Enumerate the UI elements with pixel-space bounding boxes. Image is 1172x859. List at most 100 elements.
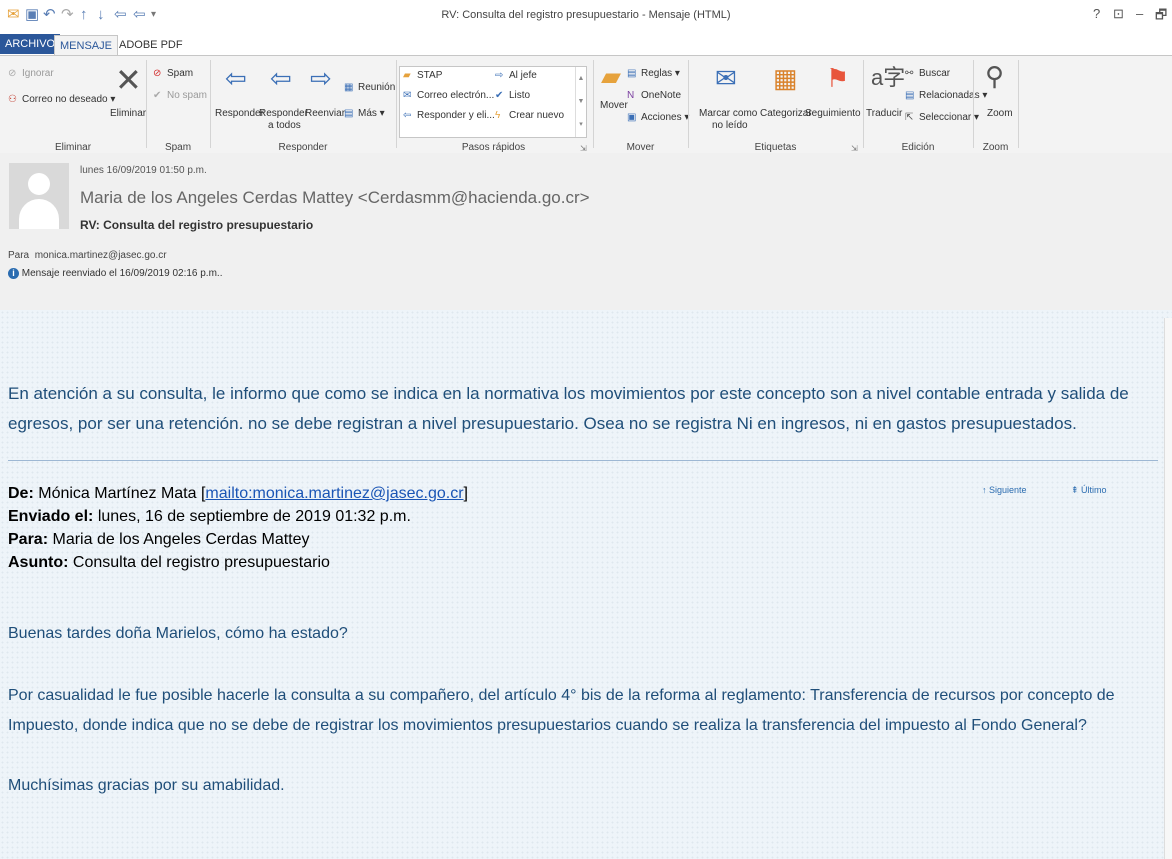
info-icon: i [8, 268, 19, 279]
more-icon: ▤ [344, 108, 354, 119]
message-date: lunes 16/09/2019 01:50 p.m. [80, 165, 207, 176]
binoculars-icon: ⚯ [905, 68, 914, 79]
dialog-launcher-icon[interactable]: ⇲ [851, 144, 858, 153]
ribbon-tabs: ARCHIVO MENSAJE ADOBE PDF [0, 32, 1172, 57]
delete-x-icon: ✕ [115, 62, 142, 98]
group-label-zoom: Zoom [982, 142, 1009, 153]
ignore-icon: ⊘ [8, 68, 17, 79]
group-divider [593, 60, 594, 148]
separator-line [8, 460, 1158, 461]
group-divider [146, 60, 147, 148]
title-bar: ✉ ▣ ↶ ↷ ↑ ↓ ⇦ ⇦ ▾ RV: Consulta del regis… [0, 0, 1172, 32]
forward-subject-line: Asunto: Consulta del registro presupuest… [8, 554, 330, 571]
buscar-button[interactable]: ⚯ Buscar [905, 68, 950, 80]
ignorar-button[interactable]: ⊘ Ignorar [8, 68, 54, 80]
group-divider [688, 60, 689, 148]
group-label-pasos-rapidos: Pasos rápidos [461, 142, 526, 153]
recipients-line: Para monica.martinez@jasec.go.cr [8, 250, 167, 261]
quick-steps-scroll[interactable]: ▲ ▼ ▾ [575, 67, 586, 137]
to-label: Para [8, 250, 30, 261]
quick-step-listo[interactable]: ✔ Listo [495, 90, 530, 102]
message-subject: RV: Consulta del registro presupuestario [80, 218, 314, 232]
checkmark-icon: ✔ [153, 90, 162, 101]
question-paragraph-line-1: Por casualidad le fue posible hacerle la… [8, 687, 1115, 704]
tab-archivo[interactable]: ARCHIVO [0, 34, 61, 54]
reunion-button[interactable]: ▦ Reunión [344, 82, 395, 94]
spam-button[interactable]: ⊘ Spam [153, 68, 193, 80]
mark-unread-icon: ✉ [715, 63, 737, 93]
group-label-mover: Mover [626, 142, 655, 153]
acciones-button[interactable]: ▣ Acciones ▾ [627, 112, 689, 124]
tab-adobe-pdf[interactable]: ADOBE PDF [114, 35, 188, 55]
sender-avatar [9, 163, 69, 229]
vertical-scrollbar[interactable] [1164, 318, 1172, 859]
ultimo-link[interactable]: ⇞ Último [1071, 485, 1107, 496]
group-label-edicion: Edición [901, 142, 935, 153]
forward-sent-line: Enviado el: lunes, 16 de septiembre de 2… [8, 508, 411, 525]
group-divider [1018, 60, 1019, 148]
spam-icon: ⊘ [153, 68, 162, 79]
reply-paragraph-line-2: egresos, por ser una retención. no se de… [8, 414, 1077, 433]
group-label-etiquetas: Etiquetas [754, 142, 797, 153]
forward-icon: ⇨ [310, 63, 332, 93]
forwarded-info: Mensaje reenviado el 16/09/2019 02:16 p.… [21, 268, 223, 279]
quick-steps-gallery: ▰ STAP ⇨ Al jefe ✉ Correo electrón... ✔ List… [399, 66, 587, 138]
mailto-link[interactable]: mailto:monica.martinez@jasec.go.cr [205, 485, 463, 502]
group-divider [863, 60, 864, 148]
ribbon: ⊘ Ignorar ⚇ Correo no deseado ▾ ✕ Eliminar… [0, 55, 1172, 155]
mas-button[interactable]: ▤ Más ▾ [344, 108, 385, 120]
question-paragraph-line-2: Impuesto, donde indica que no se debe de… [8, 717, 1087, 734]
quick-step-stap[interactable]: ▰ STAP [403, 70, 442, 82]
categorize-icon: ▦ [773, 63, 798, 93]
meeting-icon: ▦ [344, 82, 354, 93]
minimize-button[interactable]: – [1136, 6, 1143, 21]
siguiente-link[interactable]: ↑ Siguiente [982, 485, 1027, 495]
ribbon-display-options-button[interactable]: ⊡ [1113, 6, 1124, 22]
lightning-icon: ϟ [495, 110, 501, 121]
email-icon: ✉ [403, 90, 412, 101]
to-recipient[interactable]: monica.martinez@jasec.go.cr [35, 250, 167, 261]
quick-step-correo-electronico[interactable]: ✉ Correo electrón... [403, 90, 494, 102]
quick-step-al-jefe[interactable]: ⇨ Al jefe [495, 70, 537, 82]
onenote-button[interactable]: N OneNote [627, 90, 681, 102]
sender-name[interactable]: Maria de los Angeles Cerdas Mattey <Cerd… [80, 188, 590, 208]
related-icon: ▤ [905, 90, 915, 101]
onenote-icon: N [627, 90, 635, 101]
no-spam-button[interactable]: ✔ No spam [153, 90, 207, 102]
reply-all-icon: ⇦ [270, 63, 292, 93]
group-label-responder: Responder [278, 142, 328, 153]
translate-icon: a字 [871, 65, 906, 90]
junk-icon: ⚇ [8, 94, 17, 105]
reply-icon: ⇦ [225, 63, 247, 93]
message-header: lunes 16/09/2019 01:50 p.m. Maria de los… [0, 153, 1172, 310]
reglas-button[interactable]: ▤ Reglas ▾ [627, 68, 680, 80]
maximize-button[interactable]: 🗗 [1155, 6, 1167, 28]
dialog-launcher-icon[interactable]: ⇲ [580, 144, 587, 153]
group-divider [396, 60, 397, 148]
quick-step-responder-y-eliminar[interactable]: ⇦ Responder y eli... [403, 110, 495, 122]
correo-no-deseado-button[interactable]: ⚇ Correo no deseado ▾ [8, 94, 115, 106]
group-label-spam: Spam [164, 142, 192, 153]
greeting-paragraph: Buenas tardes doña Marielos, cómo ha est… [8, 625, 348, 642]
group-divider [973, 60, 974, 148]
quick-step-crear-nuevo[interactable]: ϟ Crear nuevo [495, 110, 564, 122]
flag-icon: ⚑ [826, 63, 850, 93]
move-folder-icon: ▰ [601, 61, 621, 91]
forward-from-line: De: Mónica Martínez Mata [mailto:monica.… [8, 485, 468, 502]
group-label-eliminar: Eliminar [54, 142, 92, 153]
actions-icon: ▣ [627, 112, 637, 123]
cursor-icon: ⇱ [905, 112, 914, 123]
forward-to-manager-icon: ⇨ [495, 70, 504, 81]
message-body: En atención a su consulta, le informo qu… [0, 310, 1172, 859]
seleccionar-button[interactable]: ⇱ Seleccionar ▾ [905, 112, 979, 124]
folder-icon: ▰ [403, 70, 411, 81]
magnifier-icon: ⚲ [985, 61, 1005, 91]
reply-paragraph-line-1: En atención a su consulta, le informo qu… [8, 384, 1129, 403]
rules-icon: ▤ [627, 68, 637, 79]
info-bar: i Mensaje reenviado el 16/09/2019 02:16 … [8, 268, 222, 279]
group-divider [210, 60, 211, 148]
window-title: RV: Consulta del registro presupuestario… [441, 9, 731, 21]
relacionadas-button[interactable]: ▤ Relacionadas ▾ [905, 90, 987, 102]
tab-mensaje[interactable]: MENSAJE [54, 35, 118, 57]
help-button[interactable]: ? [1093, 6, 1100, 21]
